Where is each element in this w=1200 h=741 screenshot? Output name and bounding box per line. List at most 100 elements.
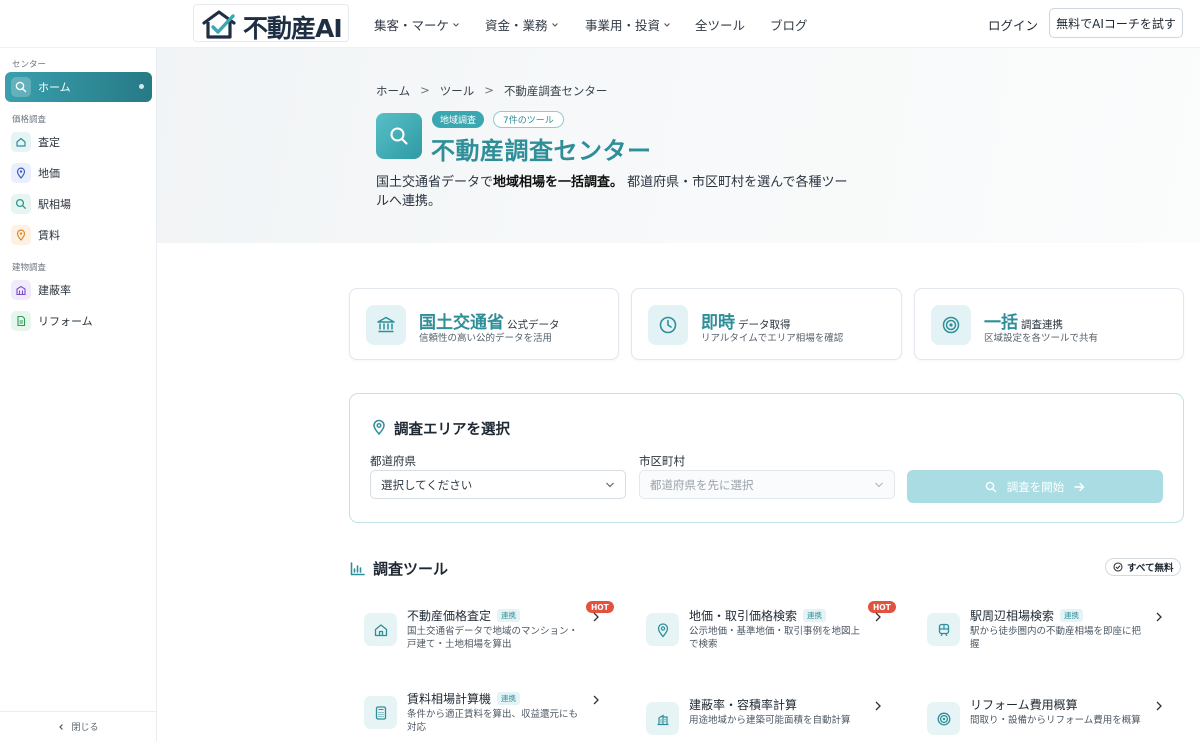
search-icon xyxy=(11,77,31,97)
tool-name: 賃料相場計算機 連携 xyxy=(407,690,521,707)
search-icon xyxy=(985,481,996,492)
search-icon xyxy=(376,113,422,159)
map-pin-icon xyxy=(646,613,679,646)
clock-icon xyxy=(648,305,688,345)
tool-card-rent-calculator[interactable]: 賃料相場計算機 連携 条件から適正賃料を算出、収益還元にも対応 xyxy=(350,690,606,741)
tool-card-reform-cost[interactable]: リフォーム費用概算 間取り・設備からリフォーム費用を概算 xyxy=(913,696,1169,741)
prefecture-label: 都道府県 xyxy=(370,454,416,468)
nav-label: ブログ xyxy=(770,18,808,33)
sidebar-item-label: リフォーム xyxy=(38,315,93,328)
chevron-right-icon xyxy=(1156,701,1162,711)
try-ai-coach-button[interactable]: 無料でAIコーチを試す xyxy=(1049,8,1183,38)
city-select[interactable]: 都道府県を先に選択 xyxy=(639,470,895,499)
feature-subtitle: 信頼性の高い公的データを活用 xyxy=(419,333,553,344)
bank-icon xyxy=(366,305,406,345)
search-icon xyxy=(11,194,31,214)
tool-name-text: 不動産価格査定 xyxy=(407,609,492,623)
arrow-right-icon xyxy=(1074,482,1085,491)
prefecture-select[interactable]: 選択してください xyxy=(370,470,626,499)
nav-all-tools[interactable]: 全ツール xyxy=(695,15,745,34)
tool-name: 地価・取引価格検索 連携 xyxy=(689,607,827,624)
chevron-down-icon xyxy=(875,482,883,488)
sidebar-item-label: 建蔽率 xyxy=(38,284,71,297)
sidebar-item-land-price[interactable]: 地価 xyxy=(5,158,152,188)
sidebar-item-appraisal[interactable]: 査定 xyxy=(5,127,152,157)
tool-description: 公示地価・基準地価・取引事例を地図上で検索 xyxy=(689,626,861,650)
feature-subtitle: 区域設定を各ツールで共有 xyxy=(984,333,1099,344)
chevron-right-icon xyxy=(875,701,881,711)
breadcrumb-tools[interactable]: ツール xyxy=(440,83,475,99)
tool-card-price-appraisal[interactable]: 不動産価格査定 連携 国土交通省データで地域のマンション・戸建て・土地相場を算出 … xyxy=(350,601,614,667)
sidebar-item-home[interactable]: ホーム xyxy=(5,72,152,102)
start-search-button[interactable]: 調査を開始 xyxy=(907,470,1163,503)
nav-business-invest[interactable]: 事業用・投資 xyxy=(585,15,671,34)
sidebar-item-label: 地価 xyxy=(38,167,60,180)
linked-tag: 連携 xyxy=(497,609,521,622)
active-indicator xyxy=(139,84,144,89)
sidebar-item-rent[interactable]: 賃料 xyxy=(5,220,152,250)
nav-label: 資金・業務 xyxy=(485,18,548,33)
chevron-down-icon xyxy=(606,482,614,488)
chevron-right-icon xyxy=(1156,612,1162,622)
tool-name-text: 駅周辺相場検索 xyxy=(970,609,1055,623)
prefecture-select-value: 選択してください xyxy=(381,477,473,492)
chevron-down-icon xyxy=(551,22,558,27)
map-pin-icon xyxy=(11,163,31,183)
house-check-logo-icon xyxy=(200,8,238,40)
sidebar-section-building: 建物調査 xyxy=(12,263,47,273)
sidebar-item-label: 駅相場 xyxy=(38,198,71,211)
map-pin-icon xyxy=(372,419,386,435)
sidebar-item-label: ホーム xyxy=(38,81,71,94)
target-icon xyxy=(927,702,960,735)
sidebar-item-station[interactable]: 駅相場 xyxy=(5,189,152,219)
tool-card-land-price-search[interactable]: 地価・取引価格検索 連携 公示地価・基準地価・取引事例を地図上で検索 HOT xyxy=(632,601,896,667)
check-circle-icon xyxy=(1113,562,1123,572)
target-icon xyxy=(931,305,971,345)
tool-name-text: 建蔽率・容積率計算 xyxy=(689,698,798,712)
nav-marketing[interactable]: 集客・マーケ xyxy=(374,15,460,34)
page-title: 不動産調査センター xyxy=(431,137,652,165)
nav-finance[interactable]: 資金・業務 xyxy=(485,15,559,34)
tool-name-text: 地価・取引価格検索 xyxy=(689,609,798,623)
feature-card-realtime: 即時 データ取得 リアルタイムでエリア相場を確認 xyxy=(631,288,902,360)
sidebar-collapse-button[interactable]: 閉じる xyxy=(0,711,156,741)
linked-tag: 連携 xyxy=(1060,609,1084,622)
area-title: 調査エリアを選択 xyxy=(394,422,510,438)
tool-description: 条件から適正賃料を算出、収益還元にも対応 xyxy=(407,709,579,733)
logo[interactable]: 不動産AI xyxy=(193,4,349,43)
chevron-right-icon xyxy=(593,612,599,622)
nav-blog[interactable]: ブログ xyxy=(770,15,808,34)
train-icon xyxy=(927,613,960,646)
tool-name-text: リフォーム費用概算 xyxy=(970,698,1078,712)
chevron-right-icon xyxy=(875,612,881,622)
description-emphasis: 地域相場を一括調査。 xyxy=(493,175,624,190)
collapse-label: 閉じる xyxy=(71,723,99,733)
tool-description: 用途地域から建築可能面積を自動計算 xyxy=(689,715,851,726)
page-description: 国土交通省データで地域相場を一括調査。 都道府県・市区町村を選んで各種ツールへ連… xyxy=(376,173,856,211)
tool-name-text: 賃料相場計算機 xyxy=(407,692,492,706)
tool-name: 駅周辺相場検索 連携 xyxy=(970,607,1084,624)
login-link[interactable]: ログイン xyxy=(988,15,1038,34)
sidebar: センター ホーム 価格調査 査定 地価 駅相場 賃料 建物調査 建蔽率 リフォー… xyxy=(0,48,157,741)
tool-card-station-search[interactable]: 駅周辺相場検索 連携 駅から徒歩圏内の不動産相場を即座に把握 xyxy=(913,607,1169,667)
chevron-down-icon xyxy=(453,22,459,27)
tool-name: リフォーム費用概算 xyxy=(970,696,1078,713)
sidebar-item-reform[interactable]: リフォーム xyxy=(5,306,152,336)
logo-text: 不動産AI xyxy=(243,14,343,43)
city-label: 市区町村 xyxy=(639,454,685,468)
feature-card-mlit: 国土交通省 公式データ 信頼性の高い公的データを活用 xyxy=(349,288,619,360)
tool-name: 建蔽率・容積率計算 xyxy=(689,696,797,713)
chevron-right-icon xyxy=(593,695,599,705)
tool-description: 駅から徒歩圏内の不動産相場を即座に把握 xyxy=(970,626,1142,650)
top-bar: 不動産AI 集客・マーケ 資金・業務 事業用・投資 全ツール ブログ ログイン … xyxy=(0,0,1200,48)
sidebar-item-coverage[interactable]: 建蔽率 xyxy=(5,275,152,305)
tool-card-coverage-ratio[interactable]: 建蔽率・容積率計算 用途地域から建築可能面積を自動計算 xyxy=(632,696,888,741)
breadcrumb-separator: > xyxy=(484,83,494,97)
building-icon xyxy=(646,702,679,735)
breadcrumb-separator: > xyxy=(420,83,430,97)
all-free-badge: すべて無料 xyxy=(1105,558,1182,576)
breadcrumb-home[interactable]: ホーム xyxy=(376,83,410,99)
linked-tag: 連携 xyxy=(803,609,827,622)
tool-count-badge: 7件のツール xyxy=(493,111,564,128)
tool-description: 国土交通省データで地域のマンション・戸建て・土地相場を算出 xyxy=(407,626,579,650)
